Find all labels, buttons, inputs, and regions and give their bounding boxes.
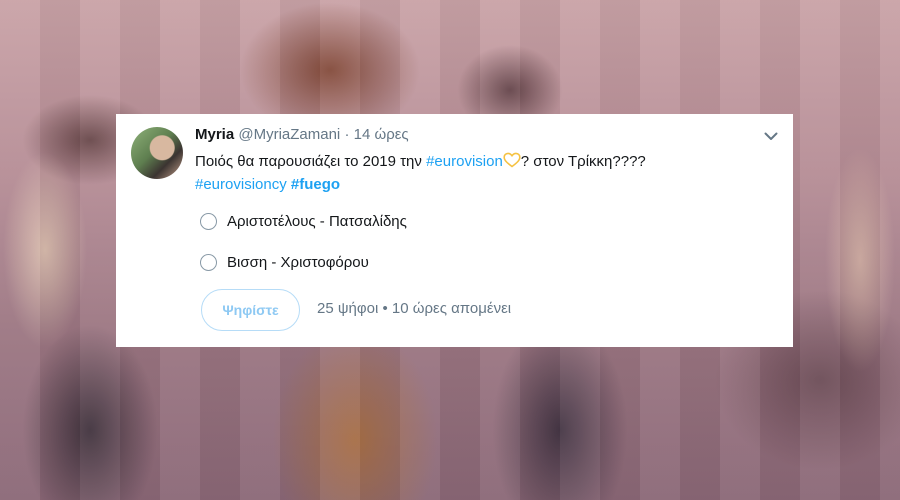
time-remaining: 10 ώρες απομένει [391, 300, 512, 317]
radio-button[interactable] [200, 212, 217, 230]
hashtag-eurovision[interactable]: #eurovision [426, 153, 503, 170]
poll-option-label: Αριστοτέλους - Πατσαλίδης [227, 212, 407, 230]
meta-dot: • [382, 300, 388, 317]
poll-option-1[interactable]: Αριστοτέλους - Πατσαλίδης [200, 209, 407, 233]
separator-dot: · [344, 126, 350, 143]
poll-option-2[interactable]: Βισση - Χριστοφόρου [200, 250, 369, 274]
tweet-card: Myria @MyriaZamani · 14 ώρες Ποιός θα πα… [116, 114, 793, 347]
tweet-timestamp[interactable]: 14 ώρες [354, 126, 409, 143]
tweet-text-rest: ? στον Τρίκκη???? [520, 153, 646, 170]
display-name[interactable]: Myria [195, 126, 234, 143]
vote-button[interactable]: Ψηφίστε [201, 289, 300, 331]
yellow-heart-icon [503, 152, 521, 168]
poll-meta: 25 ψήφοι • 10 ώρες απομένει [317, 300, 511, 317]
tweet-text: Ποιός θα παρουσιάζει το 2019 την #eurovi… [195, 150, 775, 196]
avatar[interactable] [131, 127, 183, 179]
poll-option-label: Βισση - Χριστοφόρου [227, 253, 369, 271]
tweet-text-line1: Ποιός θα παρουσιάζει το 2019 την [195, 153, 427, 170]
user-handle[interactable]: @MyriaZamani [238, 126, 340, 143]
vote-count: 25 ψήφοι [317, 300, 379, 317]
tweet-header: Myria @MyriaZamani · 14 ώρες [195, 126, 409, 143]
hashtag-fuego[interactable]: #fuego [291, 176, 340, 193]
background-photo: Myria @MyriaZamani · 14 ώρες Ποιός θα πα… [0, 0, 900, 500]
radio-button[interactable] [200, 253, 217, 271]
chevron-down-icon[interactable] [763, 128, 779, 144]
hashtag-eurovisioncy[interactable]: #eurovisioncy [195, 176, 287, 193]
